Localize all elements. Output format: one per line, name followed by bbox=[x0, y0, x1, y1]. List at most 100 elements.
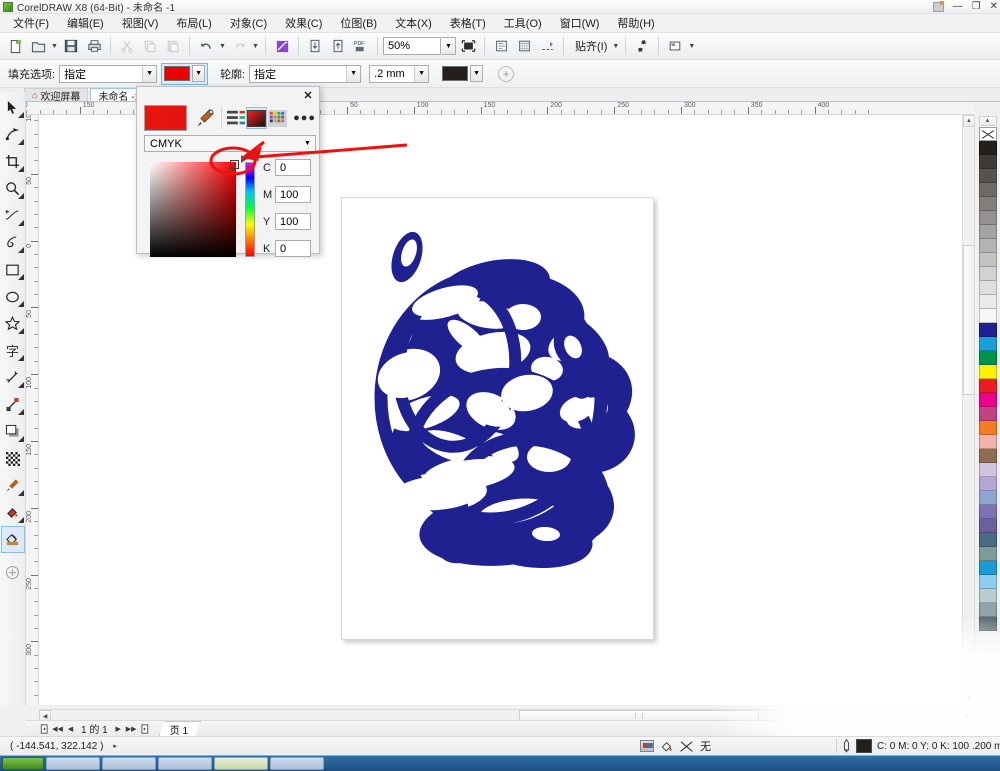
color-palettes-icon[interactable] bbox=[267, 107, 287, 129]
add-preset-icon[interactable]: + bbox=[498, 65, 515, 82]
quick-customize-icon[interactable] bbox=[1, 559, 25, 586]
open-caret-icon[interactable]: ▼ bbox=[50, 35, 59, 57]
palette-swatch[interactable] bbox=[978, 141, 997, 155]
outline-color-swatch[interactable] bbox=[442, 66, 469, 81]
palette-swatch[interactable] bbox=[978, 323, 997, 337]
menu-item-window[interactable]: 窗口(W) bbox=[551, 13, 609, 33]
fill-color-picker[interactable]: ▼ bbox=[161, 62, 209, 85]
zoom-level-input[interactable]: 50% bbox=[383, 37, 441, 55]
color-gradient-marker[interactable] bbox=[230, 160, 239, 169]
menu-item-layout[interactable]: 布局(L) bbox=[167, 13, 220, 33]
menu-item-object[interactable]: 对象(C) bbox=[221, 13, 276, 33]
palette-swatch[interactable] bbox=[978, 575, 997, 589]
print-icon[interactable] bbox=[83, 35, 105, 57]
menu-item-text[interactable]: 文本(X) bbox=[386, 13, 441, 33]
account-icon[interactable] bbox=[932, 1, 944, 12]
smart-fill-tool-icon[interactable] bbox=[0, 526, 25, 553]
add-page-start-icon[interactable] bbox=[38, 722, 51, 735]
polygon-tool-icon[interactable] bbox=[1, 310, 25, 337]
taskbar-item-3[interactable] bbox=[158, 757, 212, 770]
palette-swatch[interactable] bbox=[978, 547, 997, 561]
vertical-ruler[interactable]: 100 50 0 50 100 150 200 250 300 bbox=[26, 115, 39, 705]
straight-line-connector-tool-icon[interactable] bbox=[1, 391, 25, 418]
freehand-tool-icon[interactable] bbox=[1, 202, 25, 229]
no-color-x-icon[interactable] bbox=[978, 127, 997, 141]
publish-pdf-icon[interactable]: PDF bbox=[350, 35, 372, 57]
taskbar-item-1[interactable] bbox=[46, 757, 100, 770]
ellipse-tool-icon[interactable] bbox=[1, 283, 25, 310]
artistic-media-tool-icon[interactable] bbox=[1, 229, 25, 256]
snap-caret-icon[interactable]: ▼ bbox=[611, 35, 620, 57]
menu-item-bitmaps[interactable]: 位图(B) bbox=[331, 13, 386, 33]
pick-tool-icon[interactable] bbox=[1, 94, 25, 121]
color-viewers-icon[interactable] bbox=[246, 107, 268, 129]
eyedropper-icon[interactable] bbox=[194, 105, 218, 131]
channel-c-input[interactable]: 0 bbox=[275, 159, 311, 176]
export-icon[interactable] bbox=[327, 35, 349, 57]
channel-k-input[interactable]: 0 bbox=[275, 240, 311, 257]
next-page-button[interactable]: ▶ bbox=[112, 722, 125, 735]
palette-swatch[interactable] bbox=[978, 463, 997, 477]
zoom-tool-icon[interactable] bbox=[1, 175, 25, 202]
palette-swatch[interactable] bbox=[978, 239, 997, 253]
palette-swatch[interactable] bbox=[978, 309, 997, 323]
old-new-color-preview[interactable] bbox=[144, 105, 187, 131]
gear-icon[interactable] bbox=[631, 35, 653, 57]
transparency-tool-icon[interactable] bbox=[1, 445, 25, 472]
color-eyedropper-tool-icon[interactable] bbox=[1, 472, 25, 499]
abstract-blue-loop-artwork[interactable] bbox=[341, 197, 654, 640]
color-picker-flyout[interactable]: ✕ ●●● CMYK ▼ C 0 M 100 Y 100 K 0 bbox=[136, 86, 320, 257]
color-gradient-field[interactable] bbox=[150, 160, 239, 257]
interactive-fill-tool-icon[interactable] bbox=[1, 499, 25, 526]
fill-options-combo[interactable]: 指定 ▼ bbox=[59, 64, 158, 83]
outline-pen-icon[interactable] bbox=[842, 739, 851, 753]
open-folder-icon[interactable] bbox=[27, 35, 49, 57]
vertical-scrollbar[interactable]: ▲ ▼ bbox=[962, 115, 975, 705]
palette-swatch[interactable] bbox=[978, 519, 997, 533]
undo-caret-icon[interactable]: ▼ bbox=[218, 35, 227, 57]
guides-icon[interactable] bbox=[536, 35, 558, 57]
full-screen-preview-icon[interactable] bbox=[457, 35, 479, 57]
palette-swatch[interactable] bbox=[978, 155, 997, 169]
menu-item-tools[interactable]: 工具(O) bbox=[495, 13, 551, 33]
first-page-button[interactable]: ◀◀ bbox=[51, 722, 64, 735]
color-model-combo[interactable]: CMYK ▼ bbox=[144, 135, 316, 152]
shape-tool-icon[interactable] bbox=[1, 121, 25, 148]
outline-width-caret-icon[interactable]: ▼ bbox=[414, 65, 429, 82]
color-sliders-icon[interactable] bbox=[226, 107, 246, 129]
rectangle-tool-icon[interactable] bbox=[1, 256, 25, 283]
restore-button[interactable]: ❐ bbox=[972, 2, 981, 12]
page-tab-1[interactable]: 页 1 bbox=[159, 721, 201, 736]
channel-m-input[interactable]: 100 bbox=[275, 186, 311, 203]
channel-y-input[interactable]: 100 bbox=[275, 213, 311, 230]
palette-swatch[interactable] bbox=[978, 491, 997, 505]
palette-swatch[interactable] bbox=[978, 589, 997, 603]
grid-icon[interactable] bbox=[513, 35, 535, 57]
palette-swatch[interactable] bbox=[978, 253, 997, 267]
text-tool-icon[interactable]: 字 bbox=[1, 337, 25, 364]
minimize-button[interactable]: — bbox=[953, 2, 963, 12]
palette-swatch[interactable] bbox=[978, 379, 997, 393]
menu-item-table[interactable]: 表格(T) bbox=[441, 13, 495, 33]
close-button[interactable]: ✕ bbox=[990, 2, 998, 12]
palette-swatch[interactable] bbox=[978, 365, 997, 379]
palette-swatch[interactable] bbox=[978, 421, 997, 435]
new-document-icon[interactable] bbox=[4, 35, 26, 57]
palette-swatch[interactable] bbox=[978, 183, 997, 197]
status-bar-expand-icon[interactable]: ▸ bbox=[103, 742, 117, 750]
color-model-caret-icon[interactable]: ▼ bbox=[300, 136, 315, 151]
view-mode-caret-icon[interactable]: ▼ bbox=[687, 35, 696, 57]
start-button-icon[interactable] bbox=[2, 757, 44, 770]
outline-style-combo[interactable]: 指定 ▼ bbox=[249, 64, 362, 83]
outline-color-swatch-status[interactable] bbox=[856, 739, 872, 753]
palette-swatch[interactable] bbox=[978, 617, 997, 631]
snap-label[interactable]: 贴齐(I) bbox=[569, 38, 610, 54]
close-icon[interactable]: ✕ bbox=[301, 89, 315, 102]
find-icon[interactable] bbox=[271, 35, 293, 57]
last-page-button[interactable]: ▶▶ bbox=[125, 722, 138, 735]
parallel-dimension-tool-icon[interactable] bbox=[1, 364, 25, 391]
fill-color-swatch[interactable] bbox=[164, 66, 191, 81]
outline-color-caret-icon[interactable]: ▼ bbox=[470, 65, 484, 82]
fill-color-caret-icon[interactable]: ▼ bbox=[192, 65, 206, 82]
menu-item-help[interactable]: 帮助(H) bbox=[608, 13, 663, 33]
